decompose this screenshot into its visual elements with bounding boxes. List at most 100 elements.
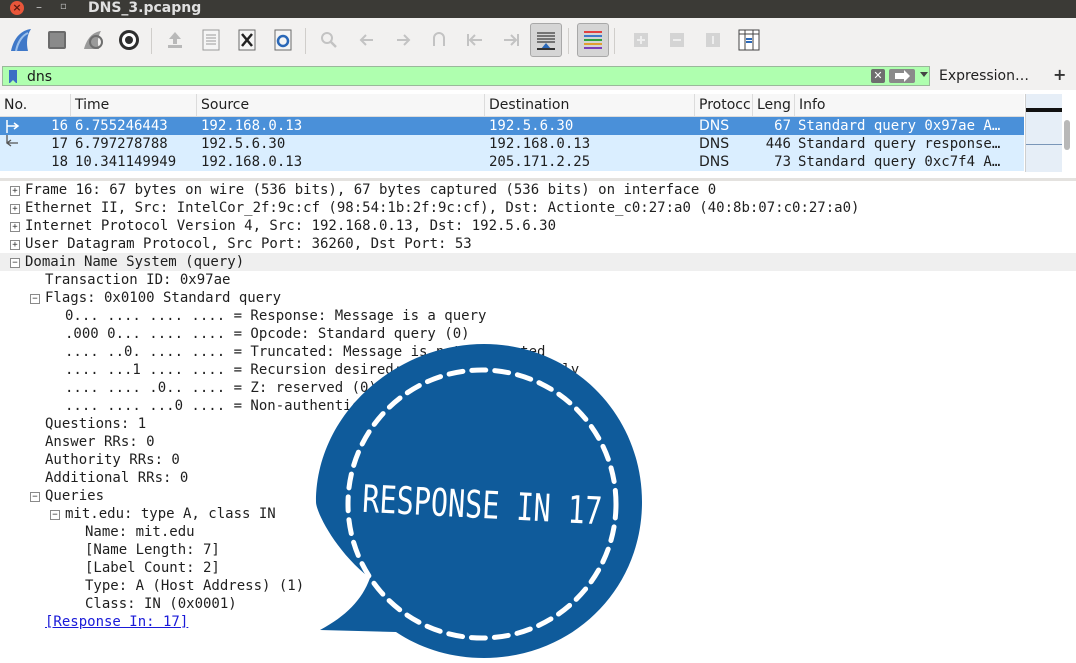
tree-query-field[interactable]: Type: A (Host Address) (1)	[85, 577, 304, 595]
packet-destination: 205.171.2.25	[489, 154, 591, 170]
tree-ip[interactable]: Internet Protocol Version 4, Src: 192.16…	[25, 217, 556, 235]
auto-scroll-icon[interactable]	[530, 23, 562, 57]
close-file-icon[interactable]	[232, 25, 262, 55]
expand-icon[interactable]: +	[10, 186, 20, 196]
maximize-window-icon[interactable]: ▫	[60, 1, 67, 15]
expression-button[interactable]: Expression…	[939, 67, 1029, 85]
open-file-icon[interactable]	[160, 25, 190, 55]
packet-list-pane: No. Time Source Destination Protocc Leng…	[0, 92, 1076, 176]
column-header-protocol[interactable]: Protocc	[695, 94, 753, 116]
collapse-icon[interactable]: −	[30, 492, 40, 502]
tree-query-field[interactable]: Name: mit.edu	[85, 523, 195, 541]
packet-source: 192.168.0.13	[201, 154, 303, 170]
zoom-out-icon[interactable]	[662, 25, 692, 55]
packet-no: 16	[51, 118, 68, 134]
packet-source: 192.5.6.30	[201, 136, 286, 152]
tree-query-field[interactable]: [Label Count: 2]	[85, 559, 220, 577]
packet-destination: 192.5.6.30	[489, 118, 574, 134]
packet-protocol: DNS	[699, 118, 730, 134]
packet-list-scrollbar[interactable]	[1064, 120, 1070, 150]
tree-transaction-id[interactable]: Transaction ID: 0x97ae	[45, 271, 230, 289]
add-filter-button[interactable]: +	[1053, 65, 1066, 85]
request-arrow-icon	[6, 120, 20, 133]
packet-length: 67	[774, 118, 791, 134]
tree-authority-rrs[interactable]: Authority RRs: 0	[45, 451, 180, 469]
expand-icon[interactable]: +	[10, 240, 20, 250]
packet-row[interactable]: 17 6.797278788 192.5.6.30 192.168.0.13 D…	[0, 135, 1024, 153]
go-to-packet-icon[interactable]	[424, 25, 454, 55]
column-header-no[interactable]: No.	[0, 94, 71, 116]
packet-length: 73	[774, 154, 791, 170]
tree-additional-rrs[interactable]: Additional RRs: 0	[45, 469, 188, 487]
go-forward-icon[interactable]	[388, 25, 418, 55]
tree-query[interactable]: mit.edu: type A, class IN	[65, 505, 276, 523]
packet-time: 6.797278788	[75, 136, 168, 152]
packet-source: 192.168.0.13	[201, 118, 303, 134]
collapse-icon[interactable]: −	[30, 294, 40, 304]
first-packet-icon[interactable]	[460, 25, 490, 55]
resize-columns-icon[interactable]	[734, 25, 764, 55]
column-header-source[interactable]: Source	[197, 94, 485, 116]
apply-filter-arrow-icon[interactable]	[889, 69, 915, 83]
tree-query-field[interactable]: [Name Length: 7]	[85, 541, 220, 559]
save-file-icon[interactable]	[196, 25, 226, 55]
column-header-destination[interactable]: Destination	[485, 94, 695, 116]
tree-questions[interactable]: Questions: 1	[45, 415, 146, 433]
reload-file-icon[interactable]	[268, 25, 298, 55]
title-bar: × – ▫ DNS_3.pcapng	[0, 0, 1076, 18]
tree-flags[interactable]: Flags: 0x0100 Standard query	[45, 289, 281, 307]
display-filter-value[interactable]: dns	[27, 68, 52, 86]
packet-destination: 192.168.0.13	[489, 136, 591, 152]
restart-capture-icon[interactable]	[78, 25, 108, 55]
tree-ethernet[interactable]: Ethernet II, Src: IntelCor_2f:9c:cf (98:…	[25, 199, 859, 217]
colorize-packets-icon[interactable]	[577, 23, 609, 57]
tree-query-field[interactable]: Class: IN (0x0001)	[85, 595, 237, 613]
packet-info: Standard query 0x97ae A…	[798, 118, 1001, 134]
find-packet-icon[interactable]	[314, 25, 344, 55]
tree-dns[interactable]: Domain Name System (query)	[25, 253, 244, 271]
packet-minimap[interactable]	[1025, 94, 1062, 172]
toolbar-separator	[151, 28, 152, 54]
packet-no: 17	[51, 136, 68, 152]
window-title: DNS_3.pcapng	[88, 0, 202, 16]
packet-row[interactable]: 16 6.755246443 192.168.0.13 192.5.6.30 D…	[0, 117, 1024, 135]
response-arrow-icon	[5, 135, 18, 147]
close-window-icon[interactable]: ×	[10, 1, 24, 15]
zoom-in-icon[interactable]	[626, 25, 656, 55]
toolbar-separator	[568, 28, 569, 54]
packet-no: 18	[51, 154, 68, 170]
expand-icon[interactable]: +	[10, 222, 20, 232]
last-packet-icon[interactable]	[496, 25, 526, 55]
column-header-info[interactable]: Info	[795, 94, 1024, 116]
display-filter-bar: dns ✕ Expression… +	[0, 64, 1076, 90]
packet-info: Standard query response…	[798, 136, 1001, 152]
column-header-time[interactable]: Time	[71, 94, 197, 116]
packet-length: 446	[765, 136, 791, 152]
response-in-link[interactable]: [Response In: 17]	[45, 613, 188, 631]
tree-answer-rrs[interactable]: Answer RRs: 0	[45, 433, 155, 451]
packet-row[interactable]: 18 10.341149949 192.168.0.13 205.171.2.2…	[0, 153, 1024, 171]
minimap-marker	[1026, 108, 1062, 112]
expand-icon[interactable]: +	[10, 204, 20, 214]
packet-protocol: DNS	[699, 154, 730, 170]
bookmark-icon[interactable]	[9, 70, 17, 84]
stop-capture-icon[interactable]	[42, 25, 72, 55]
tree-udp[interactable]: User Datagram Protocol, Src Port: 36260,…	[25, 235, 472, 253]
go-back-icon[interactable]	[352, 25, 382, 55]
capture-options-gear-icon[interactable]	[114, 25, 144, 55]
minimize-window-icon[interactable]: –	[36, 1, 42, 15]
chevron-down-icon[interactable]	[920, 72, 928, 77]
tree-flag-line[interactable]: 0... .... .... .... = Response: Message …	[65, 307, 486, 325]
tree-queries[interactable]: Queries	[45, 487, 104, 505]
column-header-length[interactable]: Leng	[753, 94, 795, 116]
display-filter-input[interactable]: dns ✕	[2, 66, 930, 86]
clear-filter-icon[interactable]: ✕	[871, 69, 885, 83]
tree-frame[interactable]: Frame 16: 67 bytes on wire (536 bits), 6…	[25, 181, 716, 199]
collapse-icon[interactable]: −	[10, 258, 20, 268]
zoom-normal-icon[interactable]	[698, 25, 728, 55]
minimap-marker	[1026, 144, 1062, 145]
packet-info: Standard query 0xc7f4 A…	[798, 154, 1001, 170]
collapse-icon[interactable]: −	[50, 510, 60, 520]
response-badge: RESPONSE IN 17	[316, 344, 642, 658]
start-capture-icon[interactable]	[6, 25, 36, 55]
